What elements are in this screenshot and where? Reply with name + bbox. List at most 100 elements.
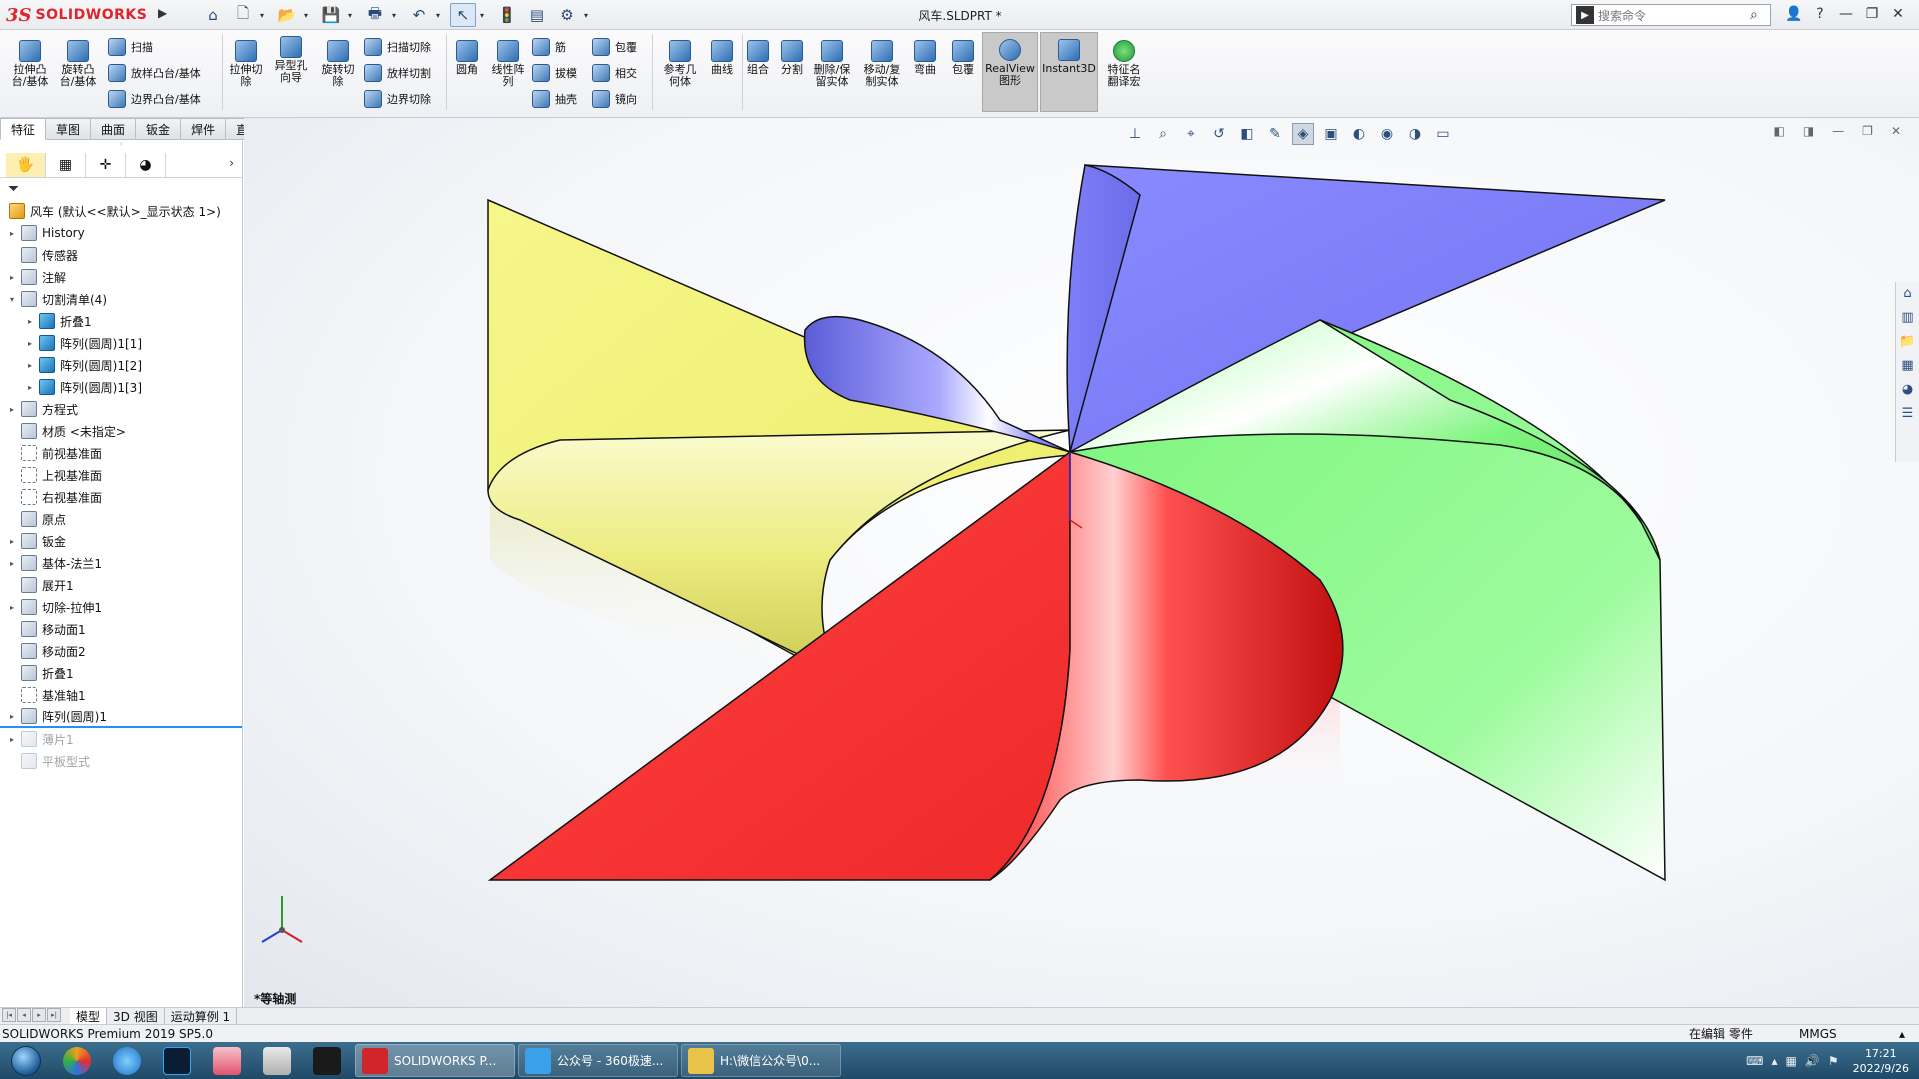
design-library-icon[interactable]: ▥ bbox=[1896, 306, 1919, 328]
select-dropdown-icon[interactable]: ▾ bbox=[480, 11, 490, 20]
lofted-cut-button[interactable]: 放样切割 bbox=[364, 62, 431, 84]
tree-item-plane[interactable]: 前视基准面 bbox=[0, 442, 242, 464]
custom-properties-icon[interactable]: ☰ bbox=[1896, 402, 1919, 424]
delete-keep-body-button[interactable]: 删除/保 留实体 bbox=[810, 40, 854, 88]
split-button[interactable]: 分割 bbox=[776, 40, 808, 76]
menu-expand-arrow-icon[interactable]: ▶ bbox=[158, 6, 170, 24]
appearances-icon[interactable]: ◕ bbox=[1896, 378, 1919, 400]
file-explorer-icon[interactable]: 📁 bbox=[1896, 330, 1919, 352]
tab-2[interactable]: 曲面 bbox=[91, 118, 137, 140]
expand-icon[interactable]: ▸ bbox=[6, 735, 18, 744]
tree-item-moveface[interactable]: 移动面1 bbox=[0, 618, 242, 640]
open-document-icon[interactable]: 📂 bbox=[274, 3, 300, 27]
feature-translator-button[interactable]: 特征名 翻译宏 bbox=[1102, 40, 1146, 88]
rib-button[interactable]: 筋 bbox=[532, 36, 566, 58]
start-button[interactable] bbox=[0, 1042, 52, 1079]
tree-item-pattern[interactable]: ▸ 阵列(圆周)1 bbox=[0, 706, 242, 728]
scroll-first-icon[interactable]: |◂ bbox=[2, 1008, 16, 1022]
search-command-mode-icon[interactable]: ▶ bbox=[1576, 6, 1594, 24]
select-pointer-icon[interactable]: ↖ bbox=[450, 3, 476, 27]
wrap-button[interactable]: 包覆 bbox=[592, 36, 637, 58]
tree-item-sensor[interactable]: 传感器 bbox=[0, 244, 242, 266]
mirror-button[interactable]: 镜向 bbox=[592, 88, 637, 110]
fillet-button[interactable]: 圆角 bbox=[452, 40, 482, 76]
options-gear-icon[interactable]: ⚙ bbox=[554, 3, 580, 27]
tree-item-moveface[interactable]: 移动面2 bbox=[0, 640, 242, 662]
scroll-last-icon[interactable]: ▸| bbox=[47, 1008, 61, 1022]
instant3d-button[interactable]: Instant3D bbox=[1040, 32, 1098, 112]
save-dropdown-icon[interactable]: ▾ bbox=[348, 11, 358, 20]
sweep-button[interactable]: 扫描 bbox=[108, 36, 153, 58]
help-icon[interactable]: ? bbox=[1811, 3, 1829, 25]
boundary-cut-button[interactable]: 边界切除 bbox=[364, 88, 431, 110]
hole-wizard-button[interactable]: 异型孔 向导 bbox=[271, 36, 311, 84]
taskbar-task-0[interactable]: SOLIDWORKS P... bbox=[355, 1044, 515, 1077]
feature-tree-tab-icon[interactable]: 🖐 bbox=[6, 152, 46, 177]
tree-item-history[interactable]: ▸ History bbox=[0, 222, 242, 244]
tree-item-axis[interactable]: 基准轴1 bbox=[0, 684, 242, 706]
curves-button[interactable]: 曲线 bbox=[706, 40, 738, 76]
tree-item-unfold[interactable]: 展开1 bbox=[0, 574, 242, 596]
extrude-cut-button[interactable]: 拉伸切 除 bbox=[226, 40, 266, 88]
close-button[interactable]: ✕ bbox=[1889, 3, 1907, 25]
tree-item-sheetmetal[interactable]: ▸ 钣金 bbox=[0, 530, 242, 552]
extrude-boss-button[interactable]: 拉伸凸 台/基体 bbox=[10, 40, 50, 88]
display-manager-tab-icon[interactable]: ◕ bbox=[126, 152, 166, 177]
more-tabs-chevron-icon[interactable]: › bbox=[229, 156, 234, 170]
tree-item-cutlist[interactable]: ▾ 切割清单(4) bbox=[0, 288, 242, 310]
taskbar-app-ok[interactable] bbox=[302, 1042, 352, 1079]
volume-icon[interactable]: 🔊 bbox=[1805, 1054, 1820, 1068]
open-dropdown-icon[interactable]: ▾ bbox=[304, 11, 314, 20]
tree-item-cut[interactable]: ▸ 切除-拉伸1 bbox=[0, 596, 242, 618]
taskbar-app-mail[interactable] bbox=[202, 1042, 252, 1079]
expand-icon[interactable]: ▸ bbox=[6, 537, 18, 546]
tree-item-flange[interactable]: ▸ 基体-法兰1 bbox=[0, 552, 242, 574]
collapse-icon[interactable]: ▾ bbox=[6, 295, 18, 304]
taskbar-task-2[interactable]: H:\微信公众号\0... bbox=[681, 1044, 841, 1077]
expand-icon[interactable]: ▸ bbox=[6, 712, 18, 721]
graphics-area[interactable]: ⊥ ⌕ ⌖ ↺ ◧ ✎ ◈ ▣ ◐ ◉ ◑ ▭ ◧ ◨ — ❐ ✕ ⌂ ▥ 📁 … bbox=[244, 118, 1919, 1007]
tree-item-body[interactable]: ▸ 折叠1 bbox=[0, 310, 242, 332]
search-icon[interactable]: ⌕ bbox=[1750, 7, 1770, 23]
keyboard-icon[interactable]: ⌨ bbox=[1746, 1054, 1763, 1068]
tree-item-fold[interactable]: 折叠1 bbox=[0, 662, 242, 684]
filter-icon[interactable]: ⏷ bbox=[0, 178, 242, 200]
intersect-button[interactable]: 相交 bbox=[592, 62, 637, 84]
boundary-boss-button[interactable]: 边界凸台/基体 bbox=[108, 88, 201, 110]
draft-button[interactable]: 拔模 bbox=[532, 62, 577, 84]
unit-system[interactable]: MMGS bbox=[1799, 1027, 1899, 1041]
expand-icon[interactable]: ▸ bbox=[24, 339, 36, 348]
options-dropdown-icon[interactable]: ▾ bbox=[584, 11, 594, 20]
tree-root-part[interactable]: 风车 (默认<<默认>_显示状态 1>) bbox=[0, 200, 242, 222]
combine-button[interactable]: 组合 bbox=[742, 40, 774, 76]
flex-button[interactable]: 弯曲 bbox=[910, 40, 940, 76]
tree-item-plane[interactable]: 上视基准面 bbox=[0, 464, 242, 486]
flag-icon[interactable]: ⚑ bbox=[1828, 1054, 1839, 1068]
tab-1[interactable]: 草图 bbox=[46, 118, 92, 140]
expand-icon[interactable]: ▸ bbox=[6, 603, 18, 612]
solidworks-resources-icon[interactable]: ⌂ bbox=[1896, 282, 1919, 304]
print-icon[interactable]: 🖶 bbox=[362, 3, 388, 27]
expand-icon[interactable]: ▸ bbox=[24, 383, 36, 392]
tab-4[interactable]: 焊件 bbox=[181, 118, 227, 140]
panel-grip-icon[interactable]: ◦ bbox=[0, 140, 242, 152]
tree-item-body[interactable]: ▸ 阵列(圆周)1[1] bbox=[0, 332, 242, 354]
taskbar-task-1[interactable]: 公众号 - 360极速... bbox=[518, 1044, 678, 1077]
clock[interactable]: 17:21 2022/9/26 bbox=[1853, 1046, 1909, 1076]
undo-icon[interactable]: ↶ bbox=[406, 3, 432, 27]
expand-icon[interactable]: ▸ bbox=[24, 361, 36, 370]
file-properties-icon[interactable]: ▤ bbox=[524, 3, 550, 27]
expand-icon[interactable]: ▸ bbox=[24, 317, 36, 326]
revolve-cut-button[interactable]: 旋转切 除 bbox=[318, 40, 358, 88]
expand-icon[interactable]: ▸ bbox=[6, 229, 18, 238]
taskbar-app-ie[interactable] bbox=[102, 1042, 152, 1079]
traffic-light-icon[interactable]: 🚦 bbox=[494, 3, 520, 27]
new-document-icon[interactable]: 🗋 bbox=[230, 3, 256, 27]
print-dropdown-icon[interactable]: ▾ bbox=[392, 11, 402, 20]
view-palette-icon[interactable]: ▦ bbox=[1896, 354, 1919, 376]
reference-geometry-button[interactable]: 参考几 何体 bbox=[658, 40, 702, 88]
taskbar-app-tools[interactable] bbox=[252, 1042, 302, 1079]
tree-item-body[interactable]: ▸ 阵列(圆周)1[3] bbox=[0, 376, 242, 398]
taskbar-app-photoshop[interactable] bbox=[152, 1042, 202, 1079]
search-commands-field[interactable]: ▶ 搜索命令 ⌕ bbox=[1571, 4, 1771, 26]
